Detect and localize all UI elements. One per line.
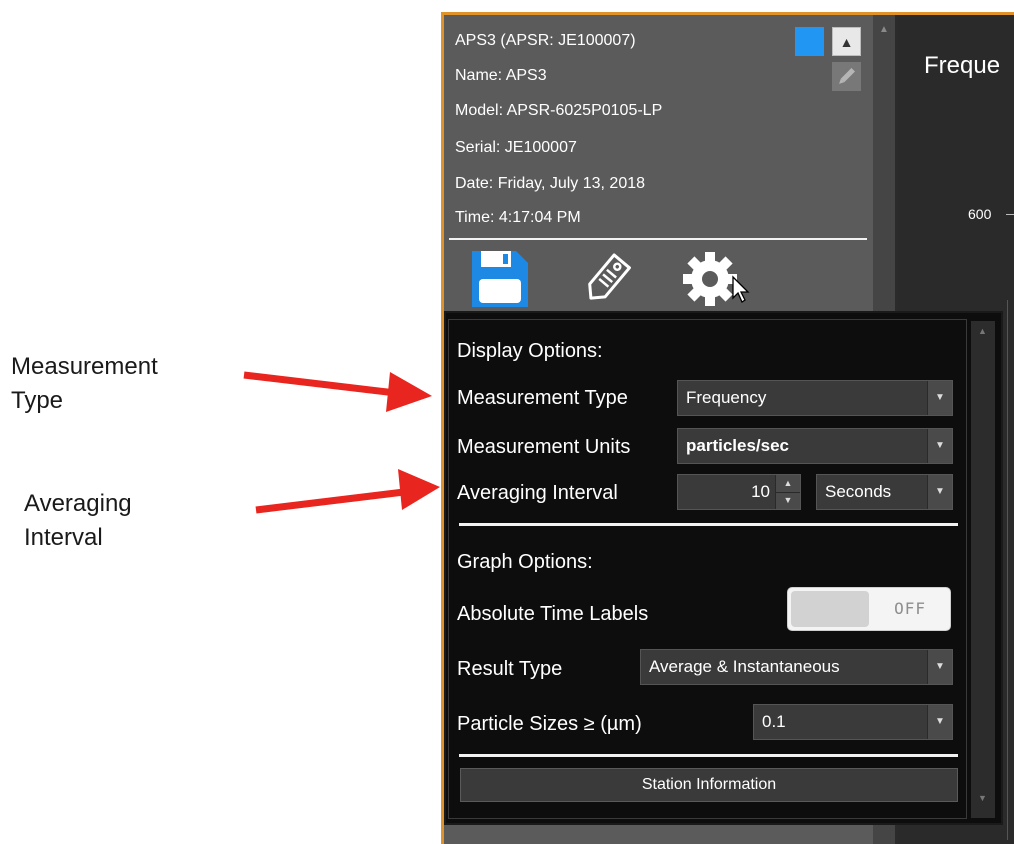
measurement-units-dropdown[interactable]: particles/sec ▼ bbox=[677, 428, 953, 464]
decrement-icon[interactable]: ▼ bbox=[776, 492, 800, 509]
result-type-dropdown[interactable]: Average & Instantaneous ▼ bbox=[640, 649, 953, 685]
measurement-units-label: Measurement Units bbox=[457, 436, 631, 458]
graph-options-heading: Graph Options: bbox=[457, 551, 593, 573]
arrow-measurement-type bbox=[243, 371, 432, 412]
graph-title: Freque bbox=[924, 52, 1001, 79]
averaging-unit-dropdown[interactable]: Seconds ▼ bbox=[816, 474, 953, 510]
chevron-down-icon[interactable]: ▼ bbox=[927, 705, 952, 739]
measurement-type-dropdown[interactable]: Frequency ▼ bbox=[677, 380, 953, 416]
station-date: Date: Friday, July 13, 2018 bbox=[455, 175, 646, 192]
tag-icon[interactable] bbox=[580, 250, 634, 308]
station-information-button[interactable]: Station Information bbox=[460, 768, 958, 802]
scroll-up-icon[interactable]: ▲ bbox=[879, 24, 889, 35]
increment-icon[interactable]: ▲ bbox=[776, 475, 800, 493]
station-color-swatch[interactable] bbox=[795, 27, 824, 56]
collapse-button[interactable]: ▲ bbox=[832, 27, 861, 56]
y-tick-mark bbox=[1006, 214, 1014, 215]
particle-sizes-value: 0.1 bbox=[762, 712, 786, 731]
mouse-cursor-icon bbox=[732, 275, 750, 303]
chevron-down-icon[interactable]: ▼ bbox=[927, 381, 952, 415]
scroll-up-icon[interactable]: ▲ bbox=[978, 326, 987, 336]
station-header: APS3 (APSR: JE100007) bbox=[455, 32, 636, 49]
stepper-buttons: ▲ ▼ bbox=[775, 475, 800, 509]
section-divider bbox=[459, 754, 958, 757]
toggle-knob bbox=[791, 591, 869, 627]
measurement-type-value: Frequency bbox=[686, 388, 767, 407]
averaging-unit-value: Seconds bbox=[825, 482, 892, 501]
station-serial: Serial: JE100007 bbox=[455, 139, 577, 156]
gear-icon[interactable] bbox=[683, 251, 753, 309]
annotation-arrows bbox=[243, 371, 440, 514]
result-type-value: Average & Instantaneous bbox=[649, 657, 840, 676]
pencil-icon bbox=[839, 68, 855, 84]
measurement-units-value: particles/sec bbox=[686, 436, 790, 455]
chevron-down-icon[interactable]: ▼ bbox=[927, 429, 952, 463]
graph-axis bbox=[1007, 300, 1008, 840]
options-scrollbar[interactable] bbox=[971, 321, 995, 818]
averaging-interval-label: Averaging Interval bbox=[457, 482, 618, 504]
station-model: Model: APSR-6025P0105-LP bbox=[455, 102, 663, 119]
measurement-type-label: Measurement Type bbox=[457, 387, 628, 409]
result-type-label: Result Type bbox=[457, 658, 563, 680]
chevron-up-icon: ▲ bbox=[839, 34, 854, 50]
particle-sizes-dropdown[interactable]: 0.1 ▼ bbox=[753, 704, 953, 740]
y-tick-label: 600 bbox=[968, 206, 992, 222]
averaging-interval-stepper[interactable]: 10 ▲ ▼ bbox=[677, 474, 801, 510]
station-divider bbox=[449, 238, 867, 240]
particle-sizes-label: Particle Sizes ≥ (µm) bbox=[457, 713, 642, 735]
absolute-time-labels-label: Absolute Time Labels bbox=[457, 603, 649, 625]
station-name: Name: APS3 bbox=[455, 67, 547, 84]
chevron-down-icon[interactable]: ▼ bbox=[927, 650, 952, 684]
save-icon[interactable] bbox=[470, 249, 530, 309]
scroll-down-icon[interactable]: ▼ bbox=[978, 793, 987, 803]
station-time: Time: 4:17:04 PM bbox=[455, 209, 581, 226]
toggle-state: OFF bbox=[894, 599, 926, 618]
averaging-interval-value: 10 bbox=[751, 482, 770, 501]
arrow-averaging-interval bbox=[255, 469, 440, 514]
section-divider bbox=[459, 523, 958, 526]
chevron-down-icon[interactable]: ▼ bbox=[927, 475, 952, 509]
display-options-heading: Display Options: bbox=[457, 340, 603, 362]
absolute-time-labels-toggle[interactable]: OFF bbox=[787, 587, 951, 631]
edit-button[interactable] bbox=[832, 62, 861, 91]
